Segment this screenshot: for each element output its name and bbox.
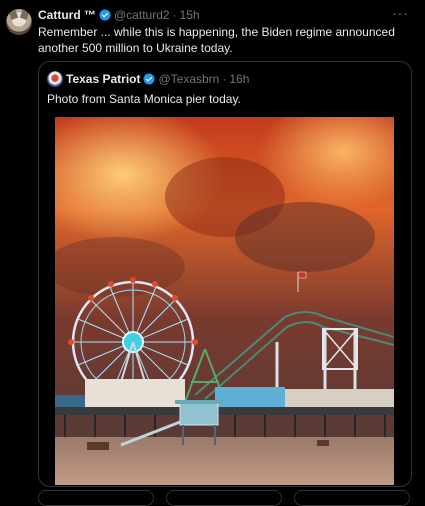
author-name[interactable]: Catturd ™ bbox=[38, 8, 96, 22]
quoted-tweet-text: Photo from Santa Monica pier today. bbox=[47, 92, 241, 106]
quoted-author-avatar[interactable] bbox=[47, 71, 63, 87]
like-button[interactable] bbox=[294, 490, 410, 506]
pier-fire-photo[interactable] bbox=[55, 117, 394, 485]
retweet-button[interactable] bbox=[166, 490, 282, 506]
tweet[interactable]: Catturd ™ @catturd2 · 15h ··· Remember .… bbox=[0, 0, 425, 506]
separator-dot: · bbox=[222, 72, 227, 86]
quoted-author-handle[interactable]: @Texasbrn bbox=[158, 72, 219, 86]
tweet-text: Remember ... while this is happening, th… bbox=[38, 25, 395, 55]
quoted-tweet-header: Texas Patriot @Texasbrn · 16h bbox=[47, 71, 249, 87]
more-options-icon[interactable]: ··· bbox=[392, 5, 409, 21]
action-bar bbox=[38, 490, 410, 506]
separator-dot: · bbox=[172, 8, 177, 22]
author-avatar[interactable] bbox=[6, 9, 32, 35]
avatar-ear bbox=[19, 10, 30, 20]
tweet-timestamp[interactable]: 15h bbox=[180, 8, 200, 22]
quoted-tweet-timestamp[interactable]: 16h bbox=[229, 72, 249, 86]
photo-illustration bbox=[55, 117, 394, 485]
quoted-tweet[interactable]: Texas Patriot @Texasbrn · 16h Photo from… bbox=[38, 61, 412, 487]
verified-badge-icon bbox=[99, 9, 111, 21]
tweet-header: Catturd ™ @catturd2 · 15h bbox=[38, 8, 200, 22]
reply-button[interactable] bbox=[38, 490, 154, 506]
verified-badge-icon bbox=[143, 73, 155, 85]
avatar-ear bbox=[8, 10, 19, 20]
author-handle[interactable]: @catturd2 bbox=[114, 8, 170, 22]
quoted-author-name[interactable]: Texas Patriot bbox=[66, 72, 140, 86]
